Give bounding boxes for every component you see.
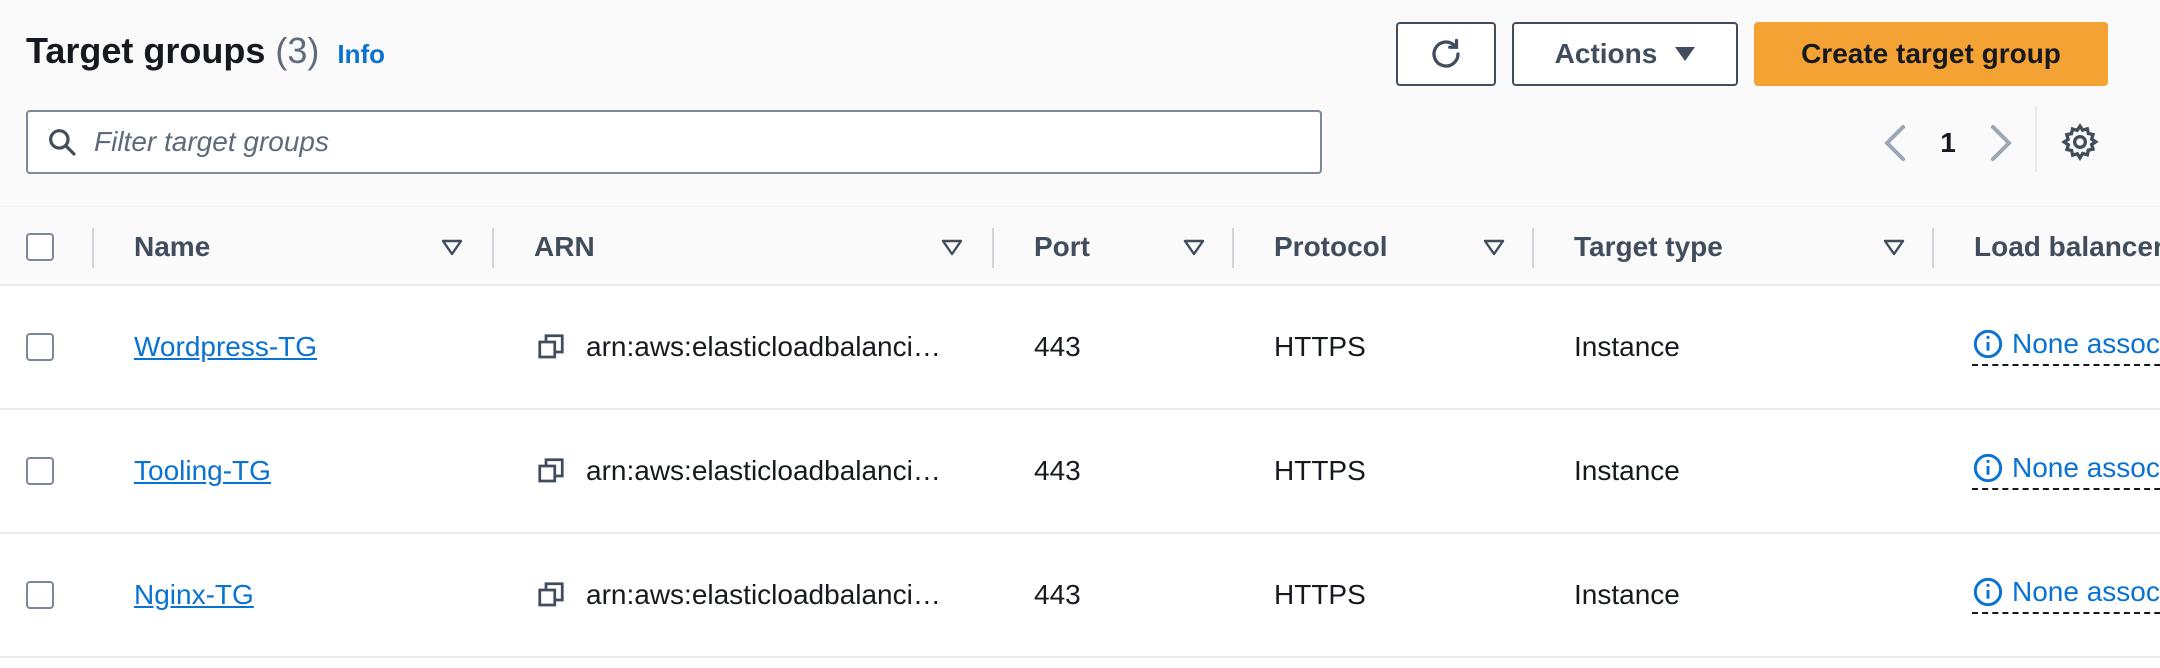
page-header: Target groups (3) Info xyxy=(26,30,385,72)
copy-icon xyxy=(538,582,564,607)
target-group-name-link[interactable]: Wordpress-TG xyxy=(134,331,317,363)
target-group-name-link[interactable]: Tooling-TG xyxy=(134,455,271,487)
target-type-value: Instance xyxy=(1574,331,1680,362)
column-header-name[interactable]: Name xyxy=(134,208,210,286)
column-header-target-type[interactable]: Target type xyxy=(1574,208,1723,286)
column-header-protocol[interactable]: Protocol xyxy=(1274,208,1388,286)
pagination: 1 xyxy=(1870,118,2026,168)
create-target-group-button[interactable]: Create target group xyxy=(1754,22,2108,86)
pagination-divider xyxy=(2035,106,2037,172)
column-divider xyxy=(1232,228,1234,268)
protocol-value: HTTPS xyxy=(1274,579,1366,610)
protocol-value: HTTPS xyxy=(1274,455,1366,486)
copy-arn-button[interactable] xyxy=(534,330,568,364)
column-divider xyxy=(492,228,494,268)
sort-icon[interactable] xyxy=(1182,208,1206,286)
search-icon xyxy=(42,122,82,162)
previous-page-button[interactable] xyxy=(1870,118,1920,168)
copy-arn-button[interactable] xyxy=(534,454,568,488)
table-row: Tooling-TG arn:aws:elasticloadbalancing…… xyxy=(0,410,2160,534)
filter-target-groups-input[interactable] xyxy=(94,126,1294,158)
table-row: Nginx-TG arn:aws:elasticloadbalancing… 4… xyxy=(0,534,2160,658)
info-circle-icon xyxy=(1973,453,2003,483)
load-balancer-popover-trigger[interactable]: None associated xyxy=(1972,328,2160,366)
info-link[interactable]: Info xyxy=(337,39,385,70)
load-balancer-value: None associated xyxy=(2012,452,2160,483)
refresh-button[interactable] xyxy=(1396,22,1496,86)
column-header-arn[interactable]: ARN xyxy=(534,208,595,286)
load-balancer-value: None associated xyxy=(2012,576,2160,607)
arn-value: arn:aws:elasticloadbalancing… xyxy=(586,579,946,610)
port-value: 443 xyxy=(1034,331,1081,362)
current-page-number[interactable]: 1 xyxy=(1920,127,1976,159)
row-checkbox[interactable] xyxy=(26,333,54,361)
gear-icon[interactable] xyxy=(2060,122,2100,162)
column-divider xyxy=(92,228,94,268)
arn-value: arn:aws:elasticloadbalancing… xyxy=(586,331,946,362)
column-divider xyxy=(992,228,994,268)
target-type-value: Instance xyxy=(1574,455,1680,486)
sort-icon[interactable] xyxy=(1882,208,1906,286)
column-header-port[interactable]: Port xyxy=(1034,208,1090,286)
target-type-value: Instance xyxy=(1574,579,1680,610)
load-balancer-popover-trigger[interactable]: None associated xyxy=(1972,576,2160,614)
page-title: Target groups xyxy=(26,30,266,71)
table-header-row: Name ARN Port Protocol Target type Load … xyxy=(0,208,2160,286)
refresh-icon xyxy=(1432,38,1460,68)
port-value: 443 xyxy=(1034,455,1081,486)
arn-value: arn:aws:elasticloadbalancing… xyxy=(586,455,946,486)
actions-label: Actions xyxy=(1554,38,1658,69)
row-checkbox[interactable] xyxy=(26,457,54,485)
column-divider xyxy=(1932,228,1934,268)
load-balancer-popover-trigger[interactable]: None associated xyxy=(1972,452,2160,490)
column-header-load-balancer[interactable]: Load balancer xyxy=(1974,208,2160,286)
port-value: 443 xyxy=(1034,579,1081,610)
table-row: Wordpress-TG arn:aws:elasticloadbalancin… xyxy=(0,286,2160,410)
sort-icon[interactable] xyxy=(1482,208,1506,286)
filter-search-box[interactable] xyxy=(26,110,1322,174)
caret-down-icon xyxy=(1675,47,1696,61)
next-page-button[interactable] xyxy=(1976,118,2026,168)
info-circle-icon xyxy=(1973,329,2003,359)
target-group-count: (3) xyxy=(275,30,320,71)
info-circle-icon xyxy=(1973,577,2003,607)
sort-icon[interactable] xyxy=(940,208,964,286)
actions-dropdown-button[interactable]: Actions xyxy=(1512,22,1738,86)
chevron-right-icon xyxy=(1991,125,2012,161)
copy-icon xyxy=(538,334,564,359)
copy-arn-button[interactable] xyxy=(534,578,568,612)
chevron-left-icon xyxy=(1884,125,1905,161)
sort-icon[interactable] xyxy=(440,208,464,286)
row-checkbox[interactable] xyxy=(26,581,54,609)
column-divider xyxy=(1532,228,1534,268)
load-balancer-value: None associated xyxy=(2012,328,2160,359)
table-header-area: Target groups (3) Info Actions Create ta… xyxy=(0,0,2160,207)
copy-icon xyxy=(538,458,564,483)
target-group-name-link[interactable]: Nginx-TG xyxy=(134,579,254,611)
protocol-value: HTTPS xyxy=(1274,331,1366,362)
target-groups-panel: Target groups (3) Info Actions Create ta… xyxy=(0,0,2160,668)
select-all-checkbox[interactable] xyxy=(26,233,54,261)
